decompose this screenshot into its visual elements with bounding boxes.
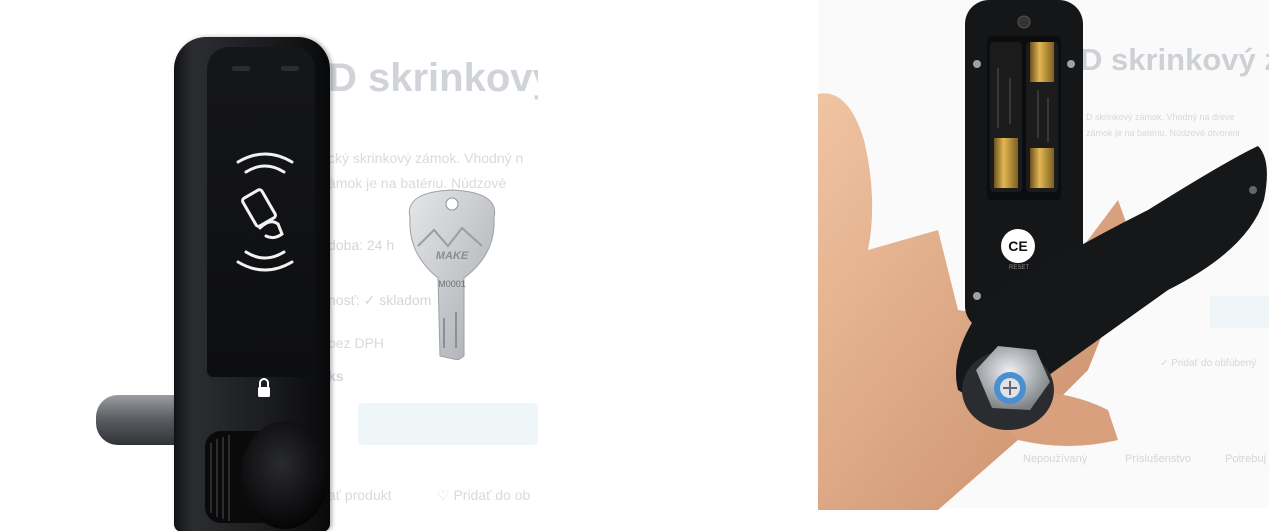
ghost-description-line: cký skrinkový zámok. Vhodný n [328,150,524,166]
ghost-pieces-label: ks [328,368,344,384]
ghost-tab: Potrebuj [1225,453,1266,465]
key-code-text: M0001 [438,279,466,289]
lock-led-indicator [232,66,250,71]
lock-led-indicator [281,66,299,71]
ghost-product-title: D skrinkový zá [1080,42,1269,77]
key-engraving-text: MAKE [436,250,469,262]
padlock-icon [258,378,270,397]
lock-in-hand-photo: D skrinkový zá D skrinkový zámok. Vhodný… [818,0,1269,531]
lock-cam-plate [956,146,1267,430]
rfid-card-icon [236,152,294,272]
lock-knob [205,421,329,529]
ghost-product-title: D skrinkový [328,56,538,100]
key-image: MAKE M0001 [408,189,496,360]
ghost-wishlist-link: ♡ Pridať do ob [437,487,531,503]
ghost-add-to-cart-button [358,403,538,445]
lock-product-photo: D skrinkový cký skrinkový zámok. Vhodný … [0,0,560,531]
ghost-rate-product: ať produkt [328,487,392,503]
